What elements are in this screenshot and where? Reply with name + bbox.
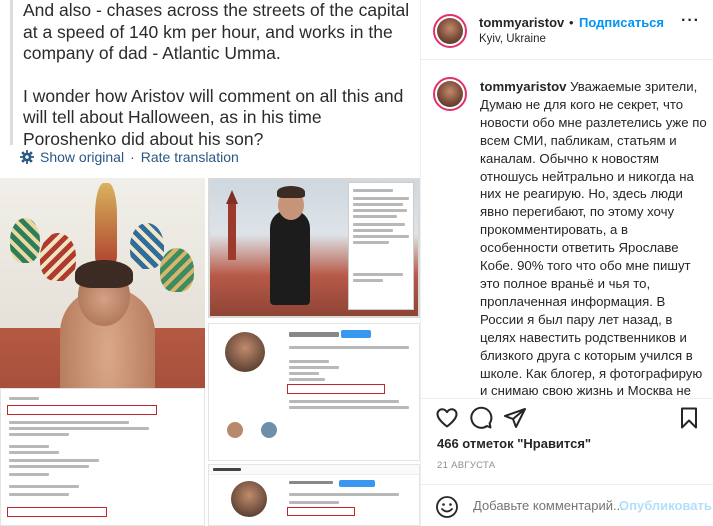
smile-icon[interactable] (435, 495, 459, 519)
post-header: tommyaristov • Подписаться Kyiv, Ukraine… (421, 0, 713, 60)
photo-instagram-profile[interactable] (208, 323, 420, 461)
post-date: 21 АВГУСТА (437, 460, 496, 471)
caption-username-link[interactable]: tommyaristov (480, 79, 566, 94)
gear-icon[interactable] (20, 150, 34, 164)
photo-collage (0, 178, 420, 526)
translated-paragraph-2: I wonder how Aristov will comment on all… (23, 85, 404, 149)
photo-registry-document[interactable] (0, 388, 205, 526)
publish-button[interactable]: Опубликовать (619, 498, 712, 513)
caption-avatar[interactable] (433, 77, 467, 111)
avatar[interactable] (433, 14, 467, 48)
show-original-link[interactable]: Show original (40, 149, 124, 165)
follow-button[interactable]: Подписаться (579, 15, 664, 30)
photo-kremlin-wall[interactable] (208, 178, 420, 318)
separator: · (130, 149, 135, 165)
translation-actions: Show original · Rate translation (20, 149, 239, 165)
translated-quote: And also - chases across the streets of … (10, 0, 418, 149)
post-action-bar (421, 400, 713, 434)
post-caption: tommyaristov Уважаемые зрители, Думаю не… (421, 61, 713, 399)
comment-icon[interactable] (469, 406, 493, 430)
share-icon[interactable] (503, 406, 527, 430)
rate-translation-link[interactable]: Rate translation (141, 149, 239, 165)
translated-paragraph-1: And also - chases across the streets of … (23, 0, 410, 63)
caption-text-block: tommyaristov Уважаемые зрители, Думаю не… (480, 78, 708, 399)
likes-count[interactable]: 466 отметок "Нравится" (437, 436, 591, 451)
translated-post-panel: And also - chases across the streets of … (0, 0, 420, 526)
heart-icon[interactable] (435, 406, 459, 430)
photo-instagram-profile-2[interactable] (208, 464, 420, 526)
caption-text: Уважаемые зрители, Думаю не для кого не … (480, 79, 707, 399)
comment-input[interactable] (473, 498, 623, 513)
more-options-icon[interactable]: ··· (681, 12, 700, 30)
bookmark-icon[interactable] (677, 406, 701, 430)
instagram-post-panel: tommyaristov • Подписаться Kyiv, Ukraine… (420, 0, 713, 526)
separator-dot: • (569, 15, 574, 30)
username-link[interactable]: tommyaristov (479, 15, 564, 30)
comment-box: Опубликовать (421, 484, 713, 526)
location-link[interactable]: Kyiv, Ukraine (479, 33, 546, 45)
